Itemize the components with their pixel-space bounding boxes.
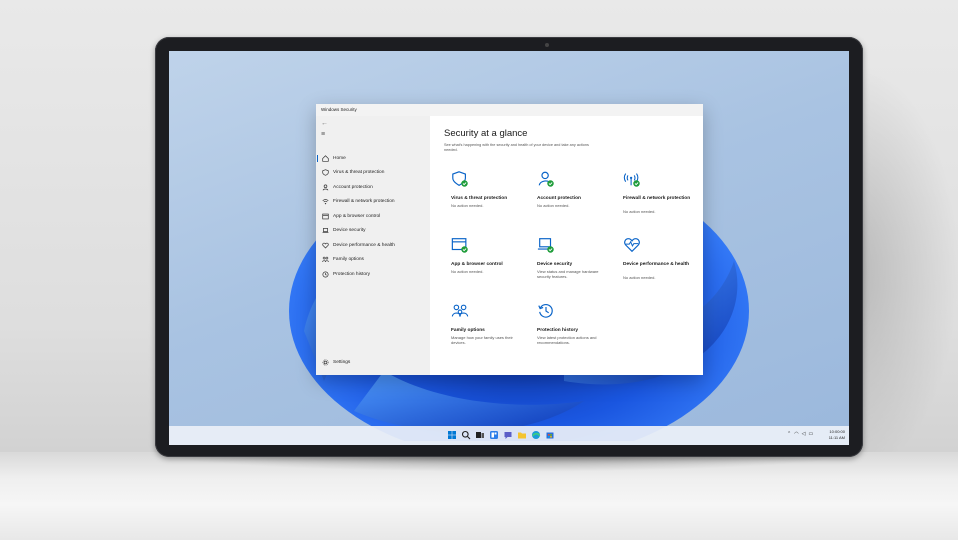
- sidebar: ← ≡ Home Virus & threat protection Accou…: [316, 116, 430, 375]
- family-icon: [451, 304, 469, 317]
- sidebar-item-label: Firewall & network protection: [333, 199, 395, 205]
- file-explorer-icon[interactable]: [517, 430, 527, 440]
- sidebar-item-home[interactable]: Home: [316, 151, 430, 166]
- sidebar-item-label: Account protection: [333, 184, 373, 190]
- card-status: View status and manage hardware security…: [537, 269, 599, 279]
- sidebar-item-label: Virus & threat protection: [333, 170, 385, 176]
- sidebar-item-firewall[interactable]: Firewall & network protection: [316, 195, 430, 210]
- card-status: No action needed.: [623, 275, 656, 280]
- gear-icon: [321, 358, 329, 366]
- sidebar-item-device-performance[interactable]: Device performance & health: [316, 238, 430, 253]
- shield-check-icon: [452, 171, 468, 187]
- widgets-icon[interactable]: [489, 430, 499, 440]
- volume-icon[interactable]: ◁: [802, 431, 806, 437]
- page-subtitle: See what's happening with the security a…: [444, 143, 589, 152]
- card-device-security[interactable]: Device security View status and manage h…: [529, 227, 613, 291]
- back-arrow-icon[interactable]: ←: [321, 120, 328, 127]
- card-device-performance[interactable]: Device performance & health No action ne…: [615, 227, 699, 291]
- card-app-browser[interactable]: App & browser control No action needed.: [443, 227, 527, 291]
- task-view-icon[interactable]: [475, 430, 485, 440]
- sidebar-item-label: Home: [333, 155, 346, 161]
- history-icon: [538, 304, 553, 318]
- person-check-icon: [538, 171, 554, 187]
- card-family-options[interactable]: Family options Manage how your family us…: [443, 293, 527, 357]
- search-icon[interactable]: [461, 430, 471, 440]
- sidebar-item-history[interactable]: Protection history: [316, 267, 430, 282]
- chevron-up-icon[interactable]: ⌃: [787, 431, 791, 437]
- taskbar-clock[interactable]: 10:00:00 11:11 AM: [819, 429, 845, 440]
- heart-pulse-icon: [624, 238, 640, 253]
- wifi-icon: [321, 198, 329, 206]
- card-status: No action needed.: [537, 203, 570, 208]
- store-icon[interactable]: [545, 430, 555, 440]
- sidebar-item-label: Protection history: [333, 271, 371, 277]
- start-button-icon[interactable]: [447, 430, 457, 440]
- page-title: Security at a glance: [444, 128, 528, 139]
- card-title: Device performance & health: [623, 262, 690, 267]
- wifi-check-icon: [623, 173, 640, 187]
- sidebar-nav: Home Virus & threat protection Account p…: [316, 151, 430, 282]
- laptop-check-icon: [537, 238, 554, 253]
- shield-icon: [321, 169, 329, 177]
- windows-security-window: Windows Security ← ≡ Home Virus & threat…: [316, 104, 703, 375]
- card-title: Virus & threat protection: [451, 196, 508, 201]
- card-status: No action needed.: [623, 209, 656, 214]
- security-cards-grid: Virus & threat protection No action need…: [443, 161, 701, 371]
- title-bar: Windows Security: [316, 104, 703, 116]
- card-status: No action needed.: [451, 269, 484, 274]
- card-title: Family options: [451, 328, 485, 333]
- person-icon: [321, 183, 329, 191]
- heart-icon: [321, 241, 329, 249]
- app-window-icon: [321, 212, 329, 220]
- settings-label: Settings: [333, 359, 351, 365]
- home-icon: [321, 154, 329, 162]
- hamburger-menu-icon[interactable]: ≡: [321, 131, 325, 138]
- taskbar: ⌃ ◠ ◁ ▭ 10:00:00 11:11 AM: [169, 426, 849, 445]
- main-content: Security at a glance See what's happenin…: [430, 116, 703, 375]
- sidebar-item-app-browser[interactable]: App & browser control: [316, 209, 430, 224]
- sidebar-item-family[interactable]: Family options: [316, 253, 430, 268]
- taskbar-icons: [447, 430, 555, 441]
- edge-browser-icon[interactable]: [531, 430, 541, 440]
- card-virus-threat[interactable]: Virus & threat protection No action need…: [443, 161, 527, 225]
- sidebar-item-account[interactable]: Account protection: [316, 180, 430, 195]
- card-account-protection[interactable]: Account protection No action needed.: [529, 161, 613, 225]
- card-title: Account protection: [537, 196, 581, 201]
- sidebar-item-settings[interactable]: Settings: [321, 358, 350, 366]
- sidebar-item-virus-threat[interactable]: Virus & threat protection: [316, 166, 430, 181]
- card-protection-history[interactable]: Protection history View latest protectio…: [529, 293, 613, 357]
- family-icon: [321, 256, 329, 264]
- clock-date: 11:11 AM: [828, 434, 845, 440]
- sidebar-item-label: Device security: [333, 228, 366, 234]
- sidebar-item-device-security[interactable]: Device security: [316, 224, 430, 239]
- laptop-icon: [321, 227, 329, 235]
- card-firewall[interactable]: Firewall & network protection No action …: [615, 161, 699, 225]
- card-status: No action needed.: [451, 203, 484, 208]
- system-tray: ⌃ ◠ ◁ ▭: [787, 431, 813, 437]
- card-status: View latest protection actions and recom…: [537, 335, 597, 345]
- card-status: Manage how your family uses their device…: [451, 335, 513, 345]
- network-icon[interactable]: ◠: [794, 431, 798, 437]
- battery-icon[interactable]: ▭: [808, 431, 813, 437]
- card-title: Protection history: [537, 328, 579, 333]
- chat-icon[interactable]: [503, 430, 513, 440]
- card-title: App & browser control: [451, 262, 503, 267]
- front-camera: [545, 43, 549, 47]
- card-title: Firewall & network protection: [623, 196, 691, 201]
- sidebar-item-label: Device performance & health: [333, 242, 395, 248]
- app-window-check-icon: [451, 238, 468, 253]
- sidebar-item-label: App & browser control: [333, 213, 381, 219]
- card-title: Device security: [537, 262, 573, 267]
- sidebar-item-label: Family options: [333, 257, 364, 263]
- history-icon: [321, 270, 329, 278]
- photo-scene: Windows Security ← ≡ Home Virus & threat…: [0, 0, 958, 540]
- desktop-screen: Windows Security ← ≡ Home Virus & threat…: [169, 51, 849, 445]
- window-title: Windows Security: [321, 107, 357, 112]
- tablet-device: Windows Security ← ≡ Home Virus & threat…: [155, 37, 863, 457]
